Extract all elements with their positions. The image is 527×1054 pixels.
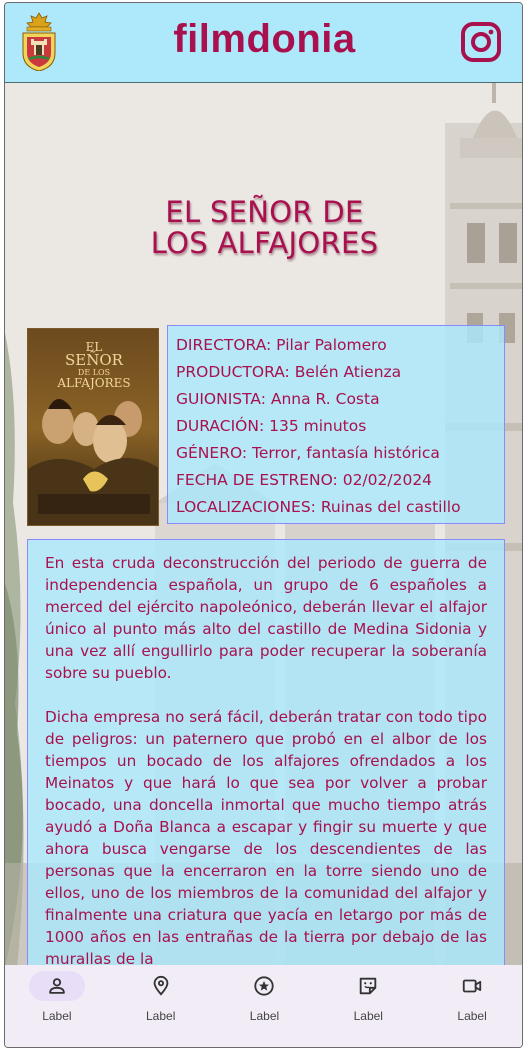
synopsis-paragraph: En esta cruda deconstrucción del periodo…: [45, 554, 487, 682]
location-pin-icon: [133, 971, 189, 1001]
brand-title: filmdonia: [173, 17, 356, 61]
nav-label: Label: [249, 1009, 280, 1023]
nav-item-location[interactable]: Label: [121, 971, 201, 1047]
detail-producer: PRODUCTORA: Belén Atienza: [176, 363, 402, 381]
star-circle-icon: [236, 971, 292, 1001]
bottom-navigation: Label Label Label Label Label: [5, 965, 522, 1047]
detail-director: DIRECTORA: Pilar Palomero: [176, 336, 387, 354]
nav-label: Label: [146, 1009, 176, 1023]
nav-label: Label: [457, 1009, 487, 1023]
sticker-icon: [340, 971, 396, 1001]
movie-title: EL SEÑOR DE LOS ALFAJORES: [5, 195, 522, 260]
poster-title-line4: ALFAJORES: [56, 376, 130, 390]
nav-label: Label: [42, 1009, 72, 1023]
nav-item-profile[interactable]: Label: [17, 971, 97, 1047]
movie-title-line1: EL SEÑOR DE: [165, 195, 364, 229]
detail-release-date: FECHA DE ESTRENO: 02/02/2024: [176, 471, 433, 489]
detail-locations: LOCALIZACIONES: Ruinas del castillo: [176, 498, 461, 516]
movie-title-line2: LOS ALFAJORES: [150, 226, 379, 260]
nav-item-stickers[interactable]: Label: [328, 971, 408, 1047]
nav-label: Label: [353, 1009, 383, 1023]
synopsis-panel[interactable]: En esta cruda deconstrucción del periodo…: [27, 539, 505, 979]
crest-icon[interactable]: [21, 11, 57, 72]
nav-item-favorites[interactable]: Label: [224, 971, 304, 1047]
synopsis-paragraph: Dicha empresa no será fácil, deberán tra…: [45, 708, 487, 968]
detail-genre: GÉNERO: Terror, fantasía histórica: [176, 444, 440, 462]
movie-details-panel: DIRECTORA: Pilar Palomero PRODUCTORA: Be…: [167, 325, 505, 524]
video-camera-icon: [444, 971, 500, 1001]
movie-poster: EL SEÑOR DE LOS ALFAJORES: [27, 328, 159, 526]
person-icon: [28, 971, 85, 1001]
detail-duration: DURACIÓN: 135 minutos: [176, 417, 367, 435]
app-bar: filmdonia: [5, 3, 522, 83]
poster-title-line2: SEÑOR: [65, 351, 124, 369]
phone-frame: filmdonia EL SEÑOR DE LOS ALFAJORES EL S…: [4, 2, 523, 1048]
detail-screenwriter: GUIONISTA: Anna R. Costa: [176, 390, 380, 408]
instagram-icon[interactable]: [460, 21, 502, 63]
nav-item-videos[interactable]: Label: [432, 971, 512, 1047]
